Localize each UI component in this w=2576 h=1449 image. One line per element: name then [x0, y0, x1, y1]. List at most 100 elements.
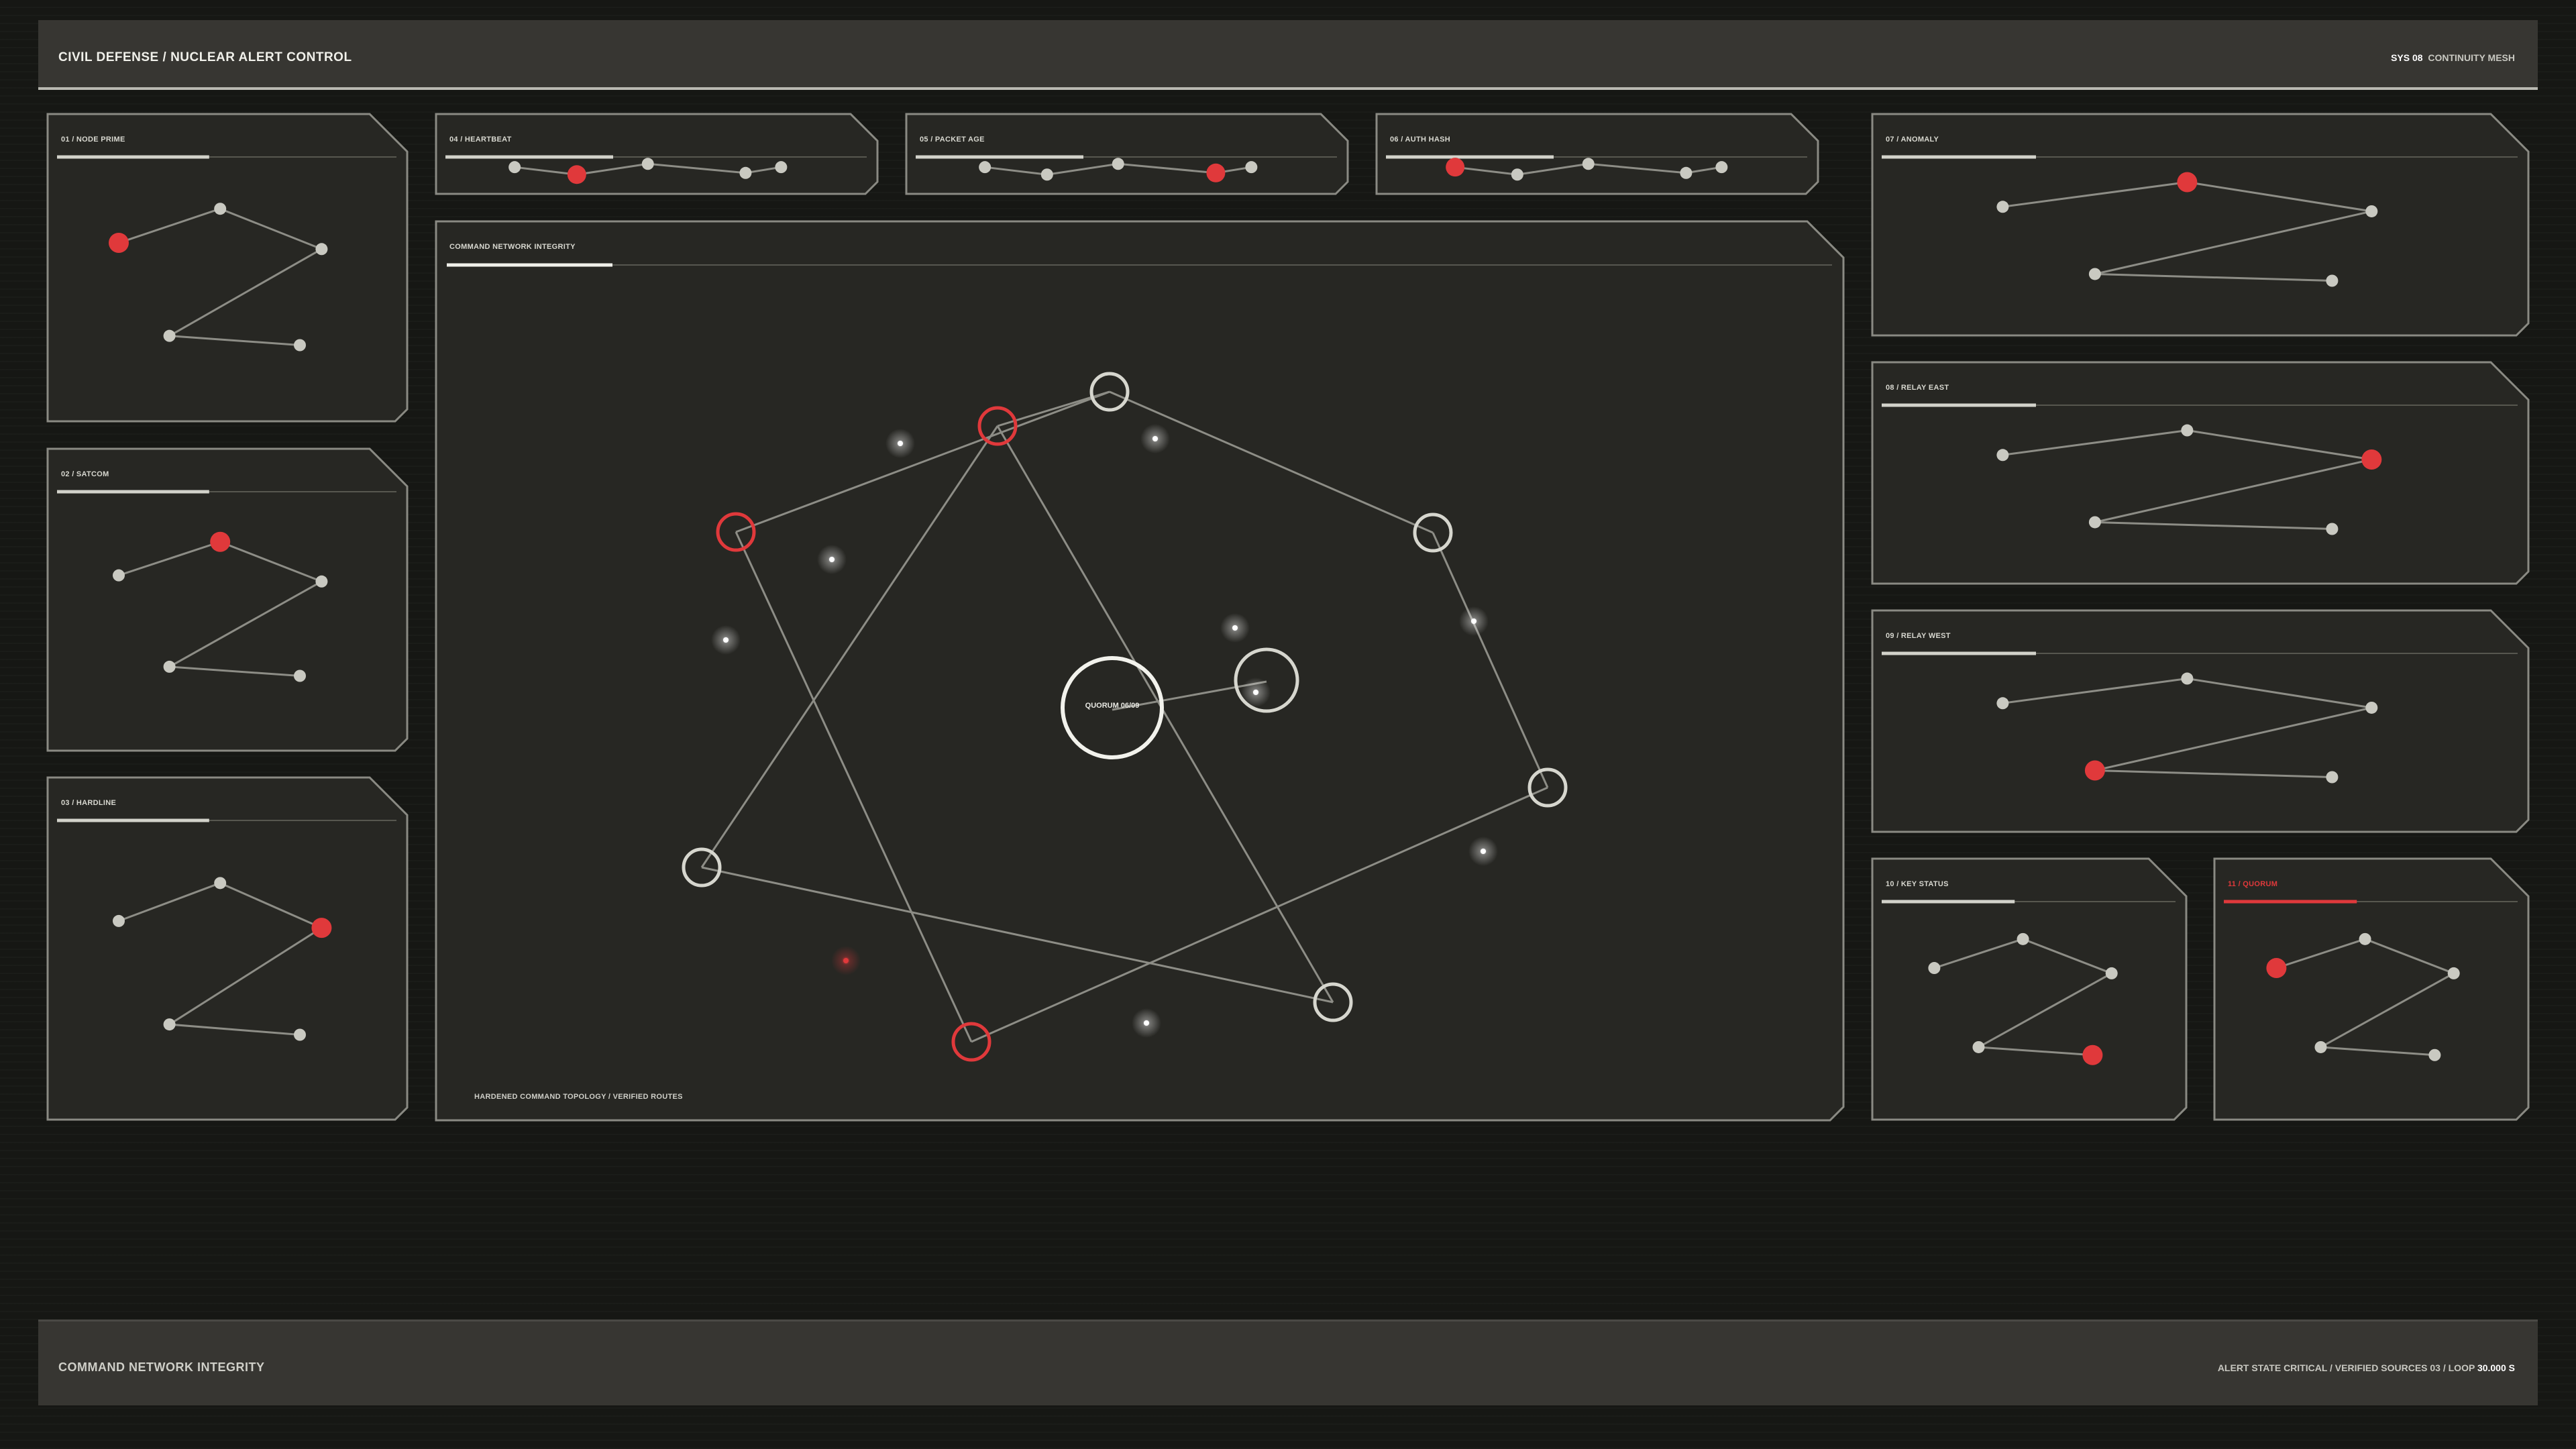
graph-node: [1972, 1040, 1985, 1053]
graph-node: [214, 203, 227, 215]
panel-command-network[interactable]: COMMAND NETWORK INTEGRITY QUORUM 06/09 H…: [435, 220, 1845, 1122]
graph-node: [315, 243, 328, 256]
graph-node-alert: [2361, 449, 2382, 470]
system-indicator: SYS 08 CONTINUITY MESH: [2391, 52, 2515, 63]
graph-node: [979, 161, 991, 174]
topology-edge: [996, 425, 1334, 1003]
panel-graph: [979, 158, 1258, 182]
panel-relay-west[interactable]: 09 / RELAY WEST: [1871, 609, 2530, 833]
panel-satcom[interactable]: 02 / SATCOM: [46, 447, 409, 752]
footer-title: COMMAND NETWORK INTEGRITY: [58, 1360, 265, 1374]
graph-node-alert: [567, 165, 586, 184]
graph-edge: [2365, 938, 2455, 975]
graph-edge: [2187, 429, 2372, 461]
graph-edge: [1933, 938, 2024, 969]
panel-heartbeat[interactable]: 04 / HEARTBEAT: [435, 113, 879, 195]
graph-edge: [2094, 706, 2372, 771]
graph-edge: [2094, 521, 2332, 530]
graph-node: [1245, 161, 1258, 174]
graph-edge: [169, 1023, 301, 1036]
packet-core: [1253, 690, 1258, 695]
graph-edge: [118, 881, 221, 922]
packet-core: [898, 441, 903, 446]
graph-edge: [219, 881, 323, 929]
graph-node: [2365, 205, 2378, 217]
graph-node: [1582, 158, 1595, 170]
graph-node: [2326, 771, 2339, 784]
graph-edge: [647, 162, 746, 174]
panel-graph: [109, 203, 328, 352]
graph-node: [2326, 274, 2339, 287]
graph-node: [294, 339, 306, 352]
graph-edge: [2094, 458, 2372, 523]
panel-graph: [1996, 424, 2382, 535]
graph-edge: [1588, 162, 1686, 174]
packet-core: [1232, 625, 1238, 631]
graph-node: [1680, 166, 1693, 179]
graph-edge: [1978, 1046, 2093, 1057]
graph-node: [739, 166, 752, 179]
graph-node-alert: [210, 531, 231, 552]
topology-edge: [1432, 532, 1549, 788]
topology-edge: [971, 786, 1548, 1043]
graph-node: [1040, 168, 1053, 181]
graph-edge: [118, 541, 221, 577]
graph-node: [163, 660, 176, 673]
graph-edge: [219, 207, 322, 250]
graph-edge: [2094, 769, 2332, 778]
panel-node-prime[interactable]: 01 / NODE PRIME: [46, 113, 409, 423]
graph-node: [1511, 168, 1523, 181]
packet-core: [1144, 1020, 1149, 1026]
footer-bar: COMMAND NETWORK INTEGRITY ALERT STATE CR…: [38, 1320, 2538, 1405]
graph-edge: [2187, 181, 2372, 213]
graph-edge: [1978, 972, 2112, 1049]
graph-node: [2088, 268, 2101, 280]
graph-edge: [169, 335, 301, 346]
graph-node: [2017, 932, 2029, 945]
panel-hardline[interactable]: 03 / HARDLINE: [46, 776, 409, 1121]
graph-edge: [2023, 938, 2112, 975]
packet-core: [1471, 619, 1477, 624]
graph-edge: [1046, 162, 1118, 176]
panel-quorum[interactable]: 11 / QUORUM: [2213, 857, 2530, 1121]
graph-node: [1996, 201, 2009, 213]
graph-edge: [2320, 972, 2455, 1049]
graph-node: [1112, 158, 1124, 170]
graph-node: [1928, 962, 1941, 975]
topology-edge: [735, 390, 1110, 533]
system-name: CONTINUITY MESH: [2428, 52, 2515, 63]
graph-node: [2428, 1049, 2441, 1061]
graph-node: [113, 914, 125, 927]
panel-anomaly[interactable]: 07 / ANOMALY: [1871, 113, 2530, 337]
graph-node: [508, 161, 521, 174]
graph-node: [1996, 697, 2009, 710]
packet-core: [843, 958, 849, 963]
graph-node-alert: [2084, 760, 2105, 781]
packet-core: [829, 557, 835, 562]
topology-caption: HARDENED COMMAND TOPOLOGY / VERIFIED ROU…: [474, 1093, 683, 1101]
panel-auth-hash[interactable]: 06 / AUTH HASH: [1375, 113, 1819, 195]
graph-node: [1715, 161, 1728, 174]
panel-packet-age[interactable]: 05 / PACKET AGE: [905, 113, 1349, 195]
graph-node: [294, 1028, 306, 1041]
graph-node: [2088, 516, 2101, 529]
panel-key-status[interactable]: 10 / KEY STATUS: [1871, 857, 2188, 1121]
graph-node: [294, 669, 306, 682]
graph-edge: [169, 665, 301, 677]
topology-edge: [700, 425, 999, 868]
graph-node-alert: [311, 918, 332, 938]
graph-node: [163, 329, 176, 342]
topology-edge: [1109, 390, 1434, 534]
graph-node: [113, 569, 125, 582]
header-bar: CIVIL DEFENSE / NUCLEAR ALERT CONTROL SY…: [38, 20, 2538, 90]
panel-graph: [1446, 158, 1728, 181]
graph-edge: [2275, 938, 2366, 969]
graph-edge: [2002, 429, 2188, 456]
panel-graph: [2266, 932, 2460, 1061]
graph-node-alert: [1206, 163, 1226, 182]
graph-edge: [2187, 678, 2372, 709]
alert-status: ALERT STATE CRITICAL / VERIFIED SOURCES …: [2218, 1362, 2515, 1373]
graph-edge: [576, 162, 648, 176]
panel-graph: [1996, 172, 2378, 287]
panel-relay-east[interactable]: 08 / RELAY EAST: [1871, 361, 2530, 585]
